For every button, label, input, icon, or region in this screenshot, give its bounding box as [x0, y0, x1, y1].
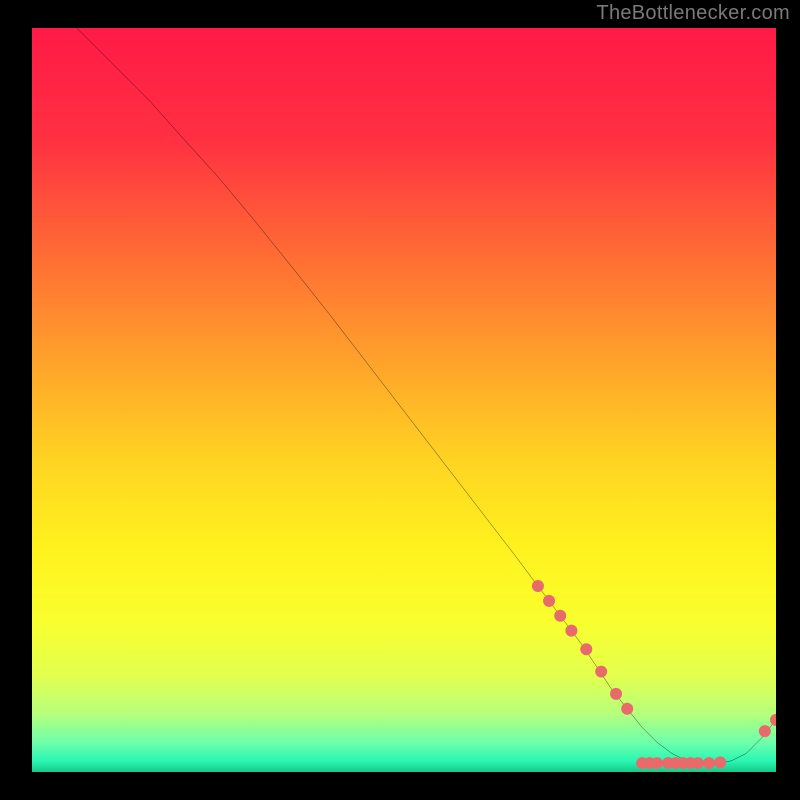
marker-point: [532, 580, 544, 592]
marker-point: [554, 610, 566, 622]
plot-area: [32, 28, 776, 772]
marker-point: [565, 625, 577, 637]
curve-markers: [532, 580, 776, 769]
marker-point: [610, 688, 622, 700]
marker-point: [759, 725, 771, 737]
bottleneck-curve: [77, 28, 776, 763]
marker-point: [543, 595, 555, 607]
marker-point: [692, 757, 704, 769]
marker-point: [621, 703, 633, 715]
marker-point: [714, 756, 726, 768]
marker-point: [703, 757, 715, 769]
marker-point: [595, 666, 607, 678]
marker-point: [580, 643, 592, 655]
watermark-text: TheBottlenecker.com: [596, 2, 790, 25]
marker-point: [651, 757, 663, 769]
chart-frame: TheBottlenecker.com: [0, 0, 800, 800]
curve-layer: [32, 28, 776, 772]
marker-point: [770, 714, 776, 726]
